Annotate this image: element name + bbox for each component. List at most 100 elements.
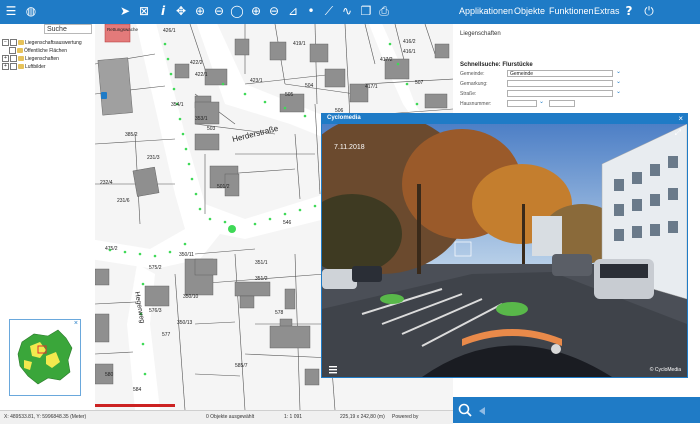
select-box-icon[interactable]: ⊠ — [137, 4, 151, 18]
zoom-in-step-icon[interactable]: ⊕ — [249, 4, 263, 18]
zoom-box-icon[interactable]: ◯ — [230, 4, 244, 18]
expand-icon[interactable]: + — [2, 55, 9, 63]
menu-icon[interactable]: ☰ — [4, 4, 18, 18]
parcel-label: 576/3 — [149, 308, 162, 314]
pan-icon[interactable]: ✥ — [174, 4, 188, 18]
parcel-label: 419/1 — [293, 41, 306, 47]
globe-icon[interactable]: ◍ — [24, 4, 38, 18]
cyclomedia-panel[interactable]: Cyclomedia × 7.11.2018 © CycloMedia ⤢ — [321, 113, 688, 378]
parcel-label: 385/2 — [125, 132, 138, 138]
collapse-icon[interactable]: − — [2, 39, 9, 47]
copy-icon[interactable]: ❐ — [359, 4, 373, 18]
field-label: Gemeinde: — [460, 71, 485, 77]
layer-checkbox[interactable] — [10, 39, 17, 47]
parcel-label: 578 — [275, 310, 284, 316]
layer-checkbox[interactable] — [9, 47, 16, 55]
back-icon[interactable] — [479, 407, 485, 415]
print-icon[interactable]: ⎙ — [377, 4, 391, 18]
gemarkung-select[interactable] — [507, 80, 613, 87]
cyclomedia-title: Cyclomedia — [327, 115, 361, 121]
scale-readout: 1: 1 091 — [284, 414, 303, 420]
parcel-label: 546 — [283, 220, 292, 226]
tree-item-label: Liegenschaftsauswertung — [25, 40, 82, 46]
folder-icon — [18, 64, 24, 70]
folder-icon — [18, 40, 24, 46]
tree-item-liegenschaftsauswertung[interactable]: − Liegenschaftsauswertung — [2, 39, 82, 47]
close-icon[interactable]: × — [74, 320, 78, 327]
menu-objekte[interactable]: Objekte — [514, 6, 545, 16]
parcel-label: 231/3 — [147, 155, 160, 161]
overview-map[interactable]: × — [9, 319, 81, 396]
powered-by-label: Powered by — [392, 414, 419, 420]
info-icon[interactable]: i — [156, 4, 170, 18]
status-bar: X: 489533.81, Y: 5996848.35 (Meter) 0 Ob… — [0, 410, 453, 424]
expand-icon[interactable]: ⤢ — [675, 128, 681, 138]
parcel-label: 575/2 — [149, 265, 162, 271]
point-icon[interactable]: • — [304, 4, 318, 18]
footer-icons — [458, 403, 485, 417]
menu-icon[interactable] — [329, 366, 337, 374]
parcel-label: 417/2 — [380, 57, 393, 63]
zoom-in-icon[interactable]: ⊕ — [193, 4, 207, 18]
measure-curve-icon[interactable]: ∿ — [340, 4, 354, 18]
chevron-down-icon[interactable]: ⌄ — [539, 98, 544, 105]
close-icon[interactable]: × — [678, 114, 683, 123]
tree-marker-icon — [228, 225, 236, 233]
zoom-out-icon[interactable]: ⊖ — [212, 4, 226, 18]
parcel-label: 504 — [305, 83, 314, 89]
hausnummer-suffix-input[interactable] — [549, 100, 575, 107]
panel-title: Liegenschaften — [460, 31, 501, 37]
chevron-down-icon[interactable]: ⌄ — [616, 78, 621, 85]
extent-readout: 225,19 x 242,80 (m) — [340, 414, 385, 420]
chevron-down-icon[interactable]: ⌄ — [616, 88, 621, 95]
parcel-label: 416/2 — [403, 39, 416, 45]
menu-extras[interactable]: Extras — [594, 6, 620, 16]
layer-checkbox[interactable] — [10, 55, 17, 63]
field-label: Straße: — [460, 91, 477, 97]
chevron-down-icon[interactable]: ⌄ — [616, 68, 621, 75]
tree-item-liegenschaften[interactable]: + Liegenschaften — [2, 55, 59, 63]
parcel-label: 351/1 — [255, 260, 268, 266]
tree-item-oeffentliche-flaechen[interactable]: Öffentliche Flächen — [9, 47, 67, 55]
parcel-label: 353/1 — [195, 116, 208, 122]
field-label: Hausnummer: — [460, 101, 492, 107]
top-toolbar: ☰ ◍ ➤ ⊠ i ✥ ⊕ ⊖ ◯ ⊕ ⊖ ⊿ • ⟋ ∿ ❐ ⎙ Applik… — [0, 0, 700, 24]
layer-search-input[interactable]: Suche — [44, 24, 92, 34]
parcel-label: 501/2 — [217, 184, 230, 190]
hausnummer-select[interactable] — [507, 100, 537, 107]
parcel-label: 577 — [162, 332, 171, 338]
panel-subtitle: Schnellsuche: Flurstücke — [460, 62, 533, 68]
layer-checkbox[interactable] — [10, 63, 17, 71]
parcel-label: 507 — [415, 80, 424, 86]
tree-item-label: Öffentliche Flächen — [24, 48, 67, 54]
parcel-label: 350/13 — [177, 320, 193, 326]
measure-line-icon[interactable]: ⟋ — [322, 4, 336, 18]
menu-funktionen[interactable]: Funktionen — [549, 6, 594, 16]
select-arrow-icon[interactable]: ➤ — [118, 4, 132, 18]
field-label: Gemarkung: — [460, 81, 488, 87]
folder-icon — [18, 56, 24, 62]
help-icon[interactable]: ? — [622, 4, 636, 18]
parcel-label: 417/1 — [365, 84, 378, 90]
parcel-label: 422/2 — [190, 60, 203, 66]
parcel-label: 423/1 — [250, 78, 263, 84]
tree-item-label: Liegenschaften — [25, 56, 59, 62]
menu-applikationen[interactable]: Applikationen — [459, 6, 513, 16]
power-icon[interactable]: ⏻ — [642, 4, 656, 18]
overview-map-graphic — [17, 329, 73, 385]
parcel-label: 350/10 — [183, 294, 199, 300]
parcel-label: 351/2 — [255, 276, 268, 282]
strasse-select[interactable] — [507, 90, 613, 97]
street-view-photo[interactable]: 7.11.2018 © CycloMedia ⤢ — [322, 124, 687, 377]
selection-count: 0 Objekte ausgewählt — [206, 414, 255, 420]
parcel-label: 503 — [207, 126, 216, 132]
parcel-label: 580 — [105, 372, 114, 378]
parcel-label: 422/1 — [195, 72, 208, 78]
expand-icon[interactable]: + — [2, 63, 9, 71]
gemeinde-select[interactable]: Gemeinde — [507, 70, 613, 77]
tree-item-luftbilder[interactable]: + Luftbilder — [2, 63, 46, 71]
zoom-out-step-icon[interactable]: ⊖ — [267, 4, 281, 18]
parcel-label: 585/7 — [235, 363, 248, 369]
marker-icon[interactable] — [101, 92, 107, 99]
zoom-extent-icon[interactable]: ⊿ — [286, 4, 300, 18]
